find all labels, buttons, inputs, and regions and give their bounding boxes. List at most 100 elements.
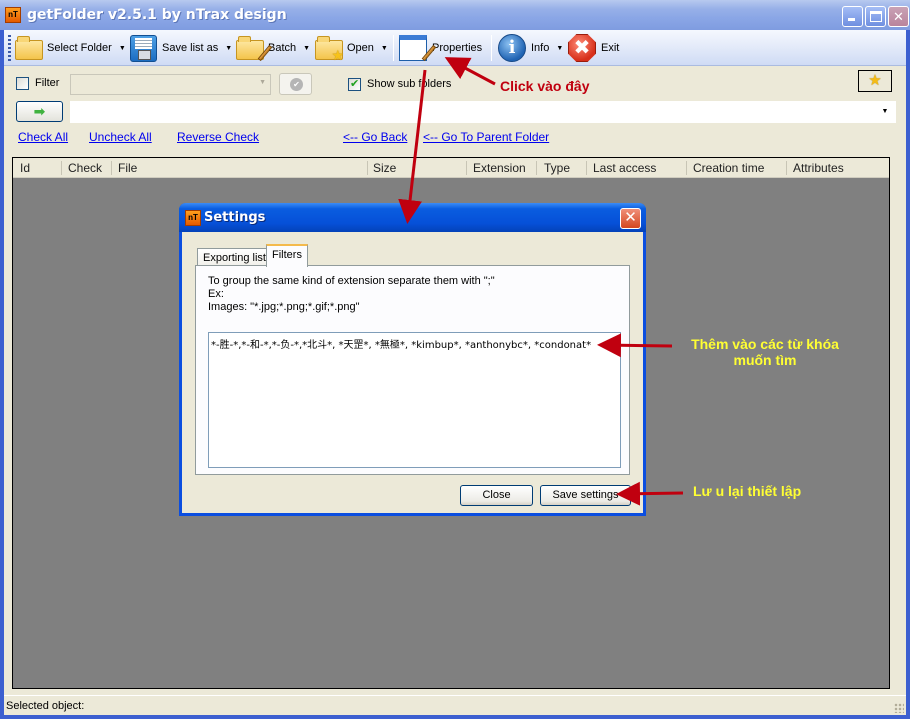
settings-close-button[interactable]: ✕: [620, 208, 641, 229]
exit-button[interactable]: ✖ Exit: [568, 32, 619, 64]
save-settings-button[interactable]: Save settings: [540, 485, 631, 506]
column-header-extension[interactable]: Extension: [473, 161, 526, 175]
column-header-creation-time[interactable]: Creation time: [693, 161, 764, 175]
column-divider[interactable]: [586, 161, 587, 175]
column-header-attributes[interactable]: Attributes: [793, 161, 844, 175]
window-title: getFolder v2.5.1 by nTrax design: [27, 7, 287, 23]
annotation-click-here: Click vào đây: [500, 78, 590, 94]
column-header-id[interactable]: Id: [20, 161, 30, 175]
exit-label: Exit: [601, 42, 620, 54]
apply-filter-button[interactable]: ✔: [279, 73, 312, 95]
properties-icon: [399, 34, 437, 62]
info-label: Info: [531, 42, 550, 54]
resize-grip[interactable]: [894, 703, 904, 713]
go-button[interactable]: ➡: [16, 101, 63, 122]
app-icon: nT: [5, 7, 21, 23]
column-divider[interactable]: [367, 161, 368, 175]
filters-textarea[interactable]: *-胜-*,*-和-*,*-负-*,*北斗*, *天罡*, *無極*, *kim…: [208, 332, 621, 468]
annotation-add-keywords: Thêm vào các từ khóa muốn tìm: [680, 336, 850, 368]
folder-edit-icon: [235, 34, 273, 62]
status-bar: Selected object:: [4, 695, 906, 715]
filters-tab-panel: To group the same kind of extension sepa…: [195, 265, 630, 475]
batch-button[interactable]: Batch ▼: [235, 32, 310, 64]
minimize-icon: [848, 18, 855, 21]
column-header-last-access[interactable]: Last access: [593, 161, 656, 175]
column-divider[interactable]: [466, 161, 467, 175]
filter-combo[interactable]: ▼: [70, 74, 271, 95]
column-divider[interactable]: [61, 161, 62, 175]
settings-title-bar[interactable]: nT Settings ✕: [179, 203, 646, 232]
chevron-down-icon[interactable]: ▼: [119, 45, 126, 52]
chevron-down-icon[interactable]: ▼: [381, 45, 388, 52]
go-back-link[interactable]: <-- Go Back: [343, 130, 407, 144]
filter-checkbox[interactable]: [16, 77, 29, 90]
go-to-parent-link[interactable]: <-- Go To Parent Folder: [423, 130, 549, 144]
folder-star-icon: ★: [314, 34, 344, 62]
select-folder-label: Select Folder: [47, 42, 112, 54]
column-header-size[interactable]: Size: [373, 161, 396, 175]
list-header: Id Check File Size Extension Type Last a…: [13, 158, 889, 178]
close-window-button[interactable]: ✕: [888, 6, 909, 27]
column-header-check[interactable]: Check: [68, 161, 102, 175]
settings-title: Settings: [204, 210, 266, 225]
star-icon: ★: [868, 72, 882, 89]
check-all-link[interactable]: Check All: [18, 130, 68, 144]
open-button[interactable]: ★ Open ▼: [314, 32, 388, 64]
column-divider[interactable]: [786, 161, 787, 175]
links-row: Check All Uncheck All Reverse Check <-- …: [4, 127, 906, 145]
close-icon: ✕: [893, 9, 904, 24]
chevron-down-icon: ▼: [881, 108, 889, 115]
favorites-button[interactable]: ★: [858, 70, 892, 92]
column-header-type[interactable]: Type: [544, 161, 570, 175]
window-border-right: [906, 30, 910, 715]
status-text: Selected object:: [6, 700, 85, 712]
filters-help-text: To group the same kind of extension sepa…: [208, 275, 495, 313]
floppy-disk-icon: [129, 34, 159, 62]
exit-icon: ✖: [568, 34, 598, 62]
maximize-icon: [870, 11, 882, 22]
annotation-save-settings: Lư u lại thiết lập: [693, 483, 802, 499]
folder-icon: [14, 34, 44, 62]
settings-dialog: nT Settings ✕ Exporting list Filters To …: [179, 203, 646, 516]
tab-filters[interactable]: Filters: [266, 244, 308, 267]
column-divider[interactable]: [111, 161, 112, 175]
info-button[interactable]: i Info ▼: [498, 32, 563, 64]
toolbar: Select Folder ▼ Save list as ▼ Batch ▼ ★…: [4, 30, 906, 66]
save-list-as-label: Save list as: [162, 42, 219, 54]
close-icon: ✕: [624, 209, 637, 226]
toolbar-separator: [393, 35, 394, 61]
close-button[interactable]: Close: [460, 485, 533, 506]
properties-label: Properties: [432, 42, 483, 54]
properties-button[interactable]: Properties: [399, 32, 482, 64]
path-dropdown-button[interactable]: ▼: [876, 103, 894, 121]
column-divider[interactable]: [536, 161, 537, 175]
chevron-down-icon[interactable]: ▼: [556, 45, 563, 52]
chevron-down-icon[interactable]: ▼: [303, 45, 310, 52]
save-list-as-button[interactable]: Save list as ▼: [129, 32, 232, 64]
info-icon: i: [498, 34, 528, 62]
annotation-add-keywords-line2: muốn tìm: [733, 352, 797, 368]
column-divider[interactable]: [686, 161, 687, 175]
settings-body: Exporting list Filters To group the same…: [182, 232, 643, 513]
arrow-right-icon: ➡: [33, 103, 46, 119]
annotation-add-keywords-line1: Thêm vào các từ khóa: [691, 336, 839, 352]
maximize-button[interactable]: [865, 6, 886, 27]
title-bar[interactable]: nT getFolder v2.5.1 by nTrax design ✕: [0, 0, 910, 30]
uncheck-all-link[interactable]: Uncheck All: [89, 130, 152, 144]
window-border-bottom: [0, 715, 910, 719]
chevron-down-icon[interactable]: ▼: [225, 45, 232, 52]
select-folder-button[interactable]: Select Folder ▼: [14, 32, 126, 64]
toolbar-grip[interactable]: [8, 35, 11, 61]
chevron-down-icon: ▼: [259, 79, 266, 86]
filter-label: Filter: [35, 77, 60, 89]
path-input[interactable]: [70, 101, 896, 123]
toolbar-separator: [491, 35, 492, 61]
check-icon: ✔: [290, 78, 303, 91]
minimize-button[interactable]: [842, 6, 863, 27]
batch-label: Batch: [268, 42, 297, 54]
reverse-check-link[interactable]: Reverse Check: [177, 130, 259, 144]
show-sub-folders-checkbox[interactable]: [348, 77, 361, 91]
app-icon: nT: [185, 210, 201, 226]
column-header-file[interactable]: File: [118, 161, 137, 175]
open-label: Open: [347, 42, 374, 54]
